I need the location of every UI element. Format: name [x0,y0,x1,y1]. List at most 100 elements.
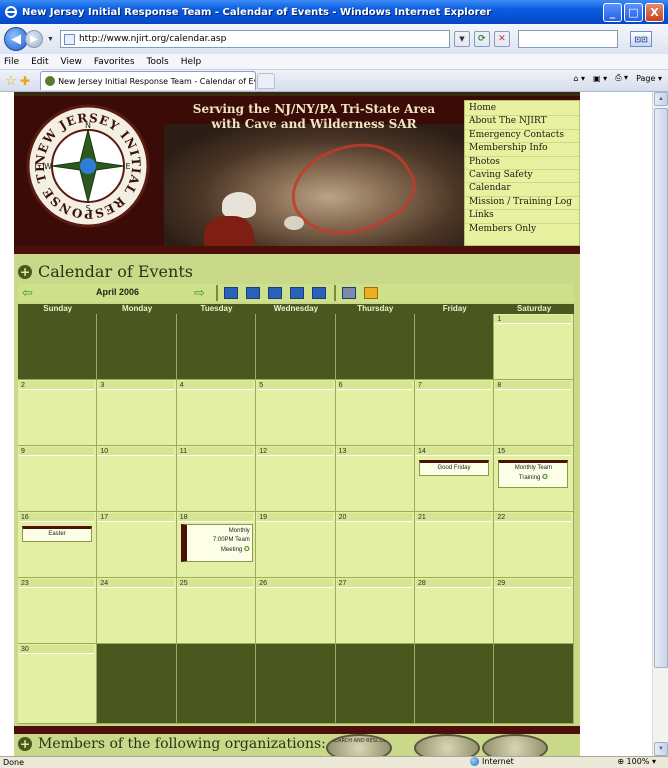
scroll-up-icon[interactable]: ▲ [654,92,668,106]
calendar-day-cell[interactable]: 16 Easter [18,512,98,578]
calendar-day-cell[interactable]: 25 [176,578,257,644]
next-month-arrow-icon[interactable]: ⇨ [194,286,205,300]
calendar-day-cell[interactable]: 30 [18,644,98,724]
calendar-day-cell[interactable]: 12 [256,446,336,512]
edit-calendar-icon[interactable] [364,287,378,299]
view-agenda-icon[interactable] [246,287,260,299]
day-number[interactable]: 2 [19,381,95,390]
calendar-day-cell[interactable]: 7 [415,380,495,446]
calendar-day-cell[interactable]: 24 [97,578,177,644]
nav-members-only[interactable]: Members Only [465,224,579,237]
calendar-day-cell[interactable]: 11 [176,446,257,512]
calendar-day-cell[interactable]: 19 [256,512,336,578]
event-monthly-meeting[interactable]: Monthly 7:00PM Team Meeting ✪ [180,524,253,562]
day-number[interactable]: 16 [19,513,95,522]
calendar-day-cell[interactable]: 8 [494,380,574,446]
nav-membership-info[interactable]: Membership Info [465,143,579,157]
calendar-day-cell[interactable]: 17 [97,512,177,578]
day-number[interactable]: 22 [495,513,571,522]
calendar-day-cell[interactable]: 4 [176,380,257,446]
calendar-day-cell[interactable]: 22 [494,512,574,578]
nav-calendar[interactable]: Calendar [465,183,579,197]
menu-view[interactable]: View [61,57,82,67]
menu-tools[interactable]: Tools [147,57,169,67]
menu-favorites[interactable]: Favorites [94,57,135,67]
minimize-button[interactable]: _ [603,2,622,22]
day-number[interactable]: 19 [257,513,333,522]
expand-plus-icon[interactable]: + [18,737,32,751]
calendar-day-cell[interactable]: 29 [494,578,574,644]
maximize-button[interactable]: □ [624,2,643,22]
scroll-thumb[interactable] [654,108,668,668]
day-number[interactable]: 11 [177,447,254,456]
calendar-day-cell[interactable]: 9 [18,446,98,512]
event-monthly-training[interactable]: Monthly Team Training ✪ [498,460,569,488]
previous-month-arrow-icon[interactable]: ⇦ [22,286,33,300]
menu-help[interactable]: Help [181,57,202,67]
day-number[interactable]: 25 [177,579,254,588]
nav-photos[interactable]: Photos [465,157,579,170]
event-good-friday[interactable]: Good Friday [419,460,489,476]
day-number[interactable]: 9 [19,447,95,456]
page-menu-button[interactable]: Page ▾ [636,74,662,83]
zoom-control[interactable]: ⊕ 100% ▾ [617,757,656,766]
print-calendar-icon[interactable] [342,287,356,299]
menu-edit[interactable]: Edit [31,57,48,67]
org-badge-1[interactable]: SEARCH AND RESCUE [326,734,392,756]
calendar-day-cell[interactable]: 6 [335,380,415,446]
address-bar[interactable]: http://www.njirt.org/calendar.asp [59,30,450,48]
menu-file[interactable]: File [4,57,19,67]
calendar-day-cell[interactable]: 26 [256,578,336,644]
add-favorite-icon[interactable]: ✚ [20,74,30,88]
day-number[interactable]: 8 [495,381,571,390]
day-number[interactable]: 15 [495,447,571,456]
day-number[interactable]: 23 [19,579,95,588]
day-number[interactable]: 29 [495,579,571,588]
day-number[interactable]: 7 [416,381,492,390]
scroll-down-icon[interactable]: ▼ [654,742,668,756]
calendar-day-cell[interactable]: 1 [494,314,574,380]
vertical-scrollbar[interactable]: ▲ ▼ [652,92,668,756]
day-number[interactable]: 26 [257,579,333,588]
tab-calendar[interactable]: New Jersey Initial Response Team - Calen… [40,71,257,90]
refresh-button[interactable]: ⟳ [473,31,490,47]
day-number[interactable]: 10 [98,447,174,456]
nav-caving-safety[interactable]: Caving Safety [465,170,579,184]
day-number[interactable]: 13 [336,447,412,456]
calendar-day-cell[interactable]: 10 [97,446,177,512]
nav-links[interactable]: Links [465,210,579,224]
day-number[interactable]: 6 [336,381,412,390]
feeds-button[interactable]: ▣ ▾ [593,74,607,83]
forward-button[interactable]: ▶ [25,30,43,48]
day-number[interactable]: 4 [177,381,254,390]
recent-pages-dropdown-icon[interactable]: ▼ [47,36,54,43]
day-number[interactable]: 21 [416,513,492,522]
calendar-day-cell[interactable]: 13 [335,446,415,512]
nav-about[interactable]: About The NJIRT [465,116,579,130]
day-number[interactable]: 3 [98,381,174,390]
view-week-icon[interactable] [312,287,326,299]
day-number[interactable]: 14 [416,447,492,456]
day-number[interactable]: 17 [98,513,174,522]
view-month-icon[interactable] [268,287,282,299]
calendar-day-cell[interactable]: 14 Good Friday [415,446,495,512]
home-button[interactable]: ⌂ ▾ [573,74,585,83]
expand-plus-icon[interactable]: + [18,264,32,279]
nav-home[interactable]: Home [465,103,579,117]
day-number[interactable]: 27 [336,579,412,588]
security-zone[interactable]: Internet [470,757,514,766]
calendar-day-cell[interactable]: 23 [18,578,98,644]
day-number[interactable]: 30 [19,645,95,654]
day-number[interactable]: 5 [257,381,333,390]
calendar-day-cell[interactable]: 28 [415,578,495,644]
day-number[interactable]: 20 [336,513,412,522]
day-number[interactable]: 12 [257,447,333,456]
org-badge-2[interactable] [414,734,480,756]
favorites-star-icon[interactable]: ☆ [4,73,18,88]
nav-emergency-contacts[interactable]: Emergency Contacts [465,130,579,144]
nav-mission-training-log[interactable]: Mission / Training Log [465,197,579,211]
view-day-icon[interactable] [290,287,304,299]
event-easter[interactable]: Easter [22,526,92,542]
calendar-day-cell[interactable]: 3 [97,380,177,446]
view-list-icon[interactable] [224,287,238,299]
